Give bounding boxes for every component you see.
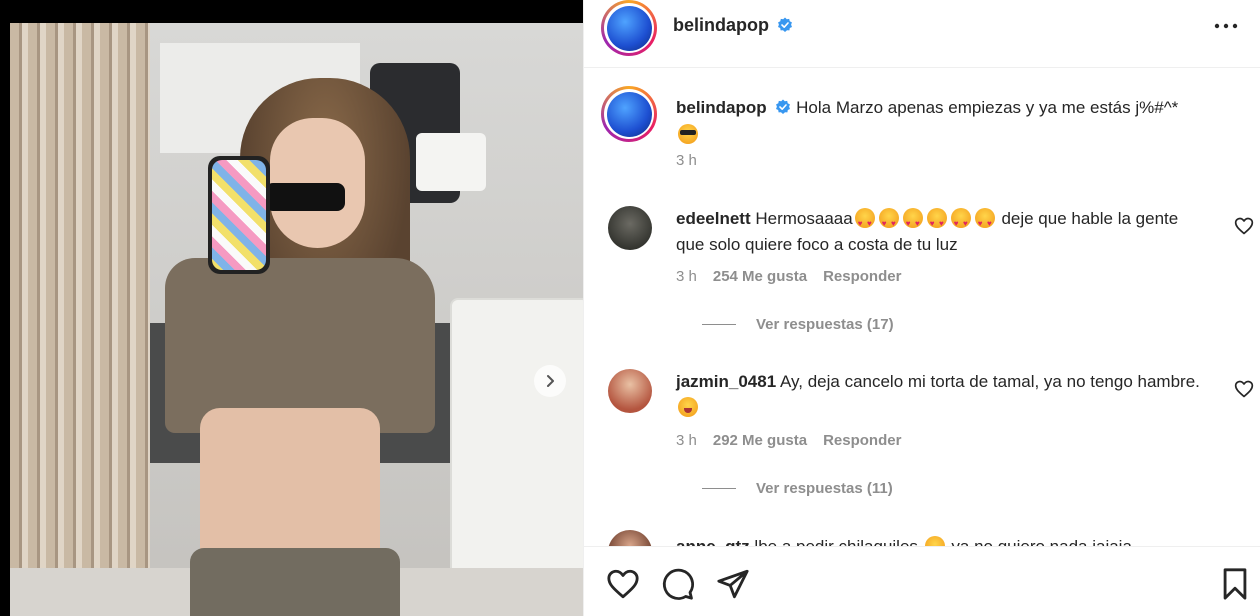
commenter-avatar[interactable] <box>608 530 652 546</box>
post-media-area <box>0 0 583 616</box>
commenter-avatar[interactable] <box>608 206 652 250</box>
author-username[interactable]: belindapop <box>673 15 769 35</box>
wood-slat-wall <box>10 23 150 616</box>
comment-username[interactable]: edeelnett <box>676 209 751 228</box>
comment-text: anne_gtz lbe a pedir chilaquiles ya no q… <box>676 534 1206 546</box>
chevron-right-icon <box>547 375 554 387</box>
comment-likes[interactable]: 254 Me gusta <box>713 268 807 285</box>
comment-meta: 3 h 254 Me gusta Responder <box>676 268 901 285</box>
comment-like-icon[interactable] <box>1234 379 1254 399</box>
commenter-avatar[interactable] <box>608 369 652 413</box>
avatar-border <box>604 3 654 53</box>
view-replies-button[interactable]: Ver respuestas (17) <box>702 316 894 333</box>
avatar-border <box>604 89 654 139</box>
comment-bubble-icon[interactable] <box>661 567 695 601</box>
author-avatar[interactable] <box>601 0 657 56</box>
verified-badge-icon <box>778 17 793 32</box>
comment-time: 3 h <box>676 432 697 449</box>
post-actions-bar <box>584 546 1260 616</box>
heart-eyes-icon <box>902 208 923 237</box>
post-photo[interactable] <box>10 23 583 616</box>
caption-avatar[interactable] <box>601 86 657 142</box>
torso <box>200 408 380 568</box>
heart-eyes-icon <box>926 208 947 237</box>
comment-text-before: Hermosaaaa <box>755 209 853 228</box>
sunglasses <box>265 183 345 211</box>
heart-eyes-icon <box>974 208 995 237</box>
comment-text: edeelnett Hermosaaaa deje que hable la g… <box>676 206 1206 258</box>
comment-like-icon[interactable] <box>1234 216 1254 236</box>
post-side-panel: belindapop belindapop Hola Marzo apenas … <box>583 0 1260 616</box>
reply-button[interactable]: Responder <box>823 268 901 285</box>
heart-eyes-icon <box>950 208 971 237</box>
post-header: belindapop <box>584 0 1260 68</box>
more-options-button[interactable] <box>1211 14 1241 38</box>
person-figure <box>165 78 435 616</box>
comment-text-before: Ay, deja cancelo mi torta de tamal, ya n… <box>779 372 1200 391</box>
view-replies-label: Ver respuestas (11) <box>756 480 893 497</box>
replies-divider <box>702 488 736 489</box>
comment-text-after: ya no quiero nada jajaja <box>951 537 1132 546</box>
smiling-face-with-sunglasses-icon <box>678 124 698 144</box>
comment-item-partial: anne_gtz lbe a pedir chilaquiles ya no q… <box>604 530 1244 546</box>
heart-icon[interactable] <box>606 567 640 601</box>
comment-text: jazmin_0481 Ay, deja cancelo mi torta de… <box>676 369 1206 421</box>
more-options-icon <box>1214 23 1238 29</box>
comment-username[interactable]: anne_gtz <box>676 537 750 546</box>
view-replies-button[interactable]: Ver respuestas (11) <box>702 480 893 497</box>
verified-badge-icon <box>776 99 791 114</box>
caption-text: Hola Marzo apenas empiezas y ya me estás… <box>796 98 1179 117</box>
heart-eyes-icon <box>878 208 899 237</box>
bookmark-icon[interactable] <box>1218 567 1252 601</box>
comment-likes[interactable]: 292 Me gusta <box>713 432 807 449</box>
caption-timestamp: 3 h <box>676 152 697 169</box>
header-author: belindapop <box>673 15 793 36</box>
phone-case <box>212 160 266 270</box>
face-icon <box>924 536 945 546</box>
carousel-next-button[interactable] <box>534 365 566 397</box>
replies-divider <box>702 324 736 325</box>
paper-plane-icon[interactable] <box>716 567 750 601</box>
avatar-image <box>606 5 652 51</box>
comment-username[interactable]: jazmin_0481 <box>676 372 776 391</box>
comment-time: 3 h <box>676 268 697 285</box>
drooling-face-icon <box>678 397 698 417</box>
caption-text-block: belindapop Hola Marzo apenas empiezas y … <box>676 94 1236 148</box>
comment-meta: 3 h 292 Me gusta Responder <box>676 432 901 449</box>
caption-username[interactable]: belindapop <box>676 98 767 117</box>
comment-text-before: lbe a pedir chilaquiles <box>754 537 918 546</box>
avatar-image <box>606 91 652 137</box>
crop-top <box>165 258 435 433</box>
sweatpants <box>190 548 400 616</box>
reply-button[interactable]: Responder <box>823 432 901 449</box>
heart-eyes-icon <box>854 208 875 237</box>
view-replies-label: Ver respuestas (17) <box>756 316 894 333</box>
instagram-post-window: belindapop belindapop Hola Marzo apenas … <box>0 0 1260 616</box>
